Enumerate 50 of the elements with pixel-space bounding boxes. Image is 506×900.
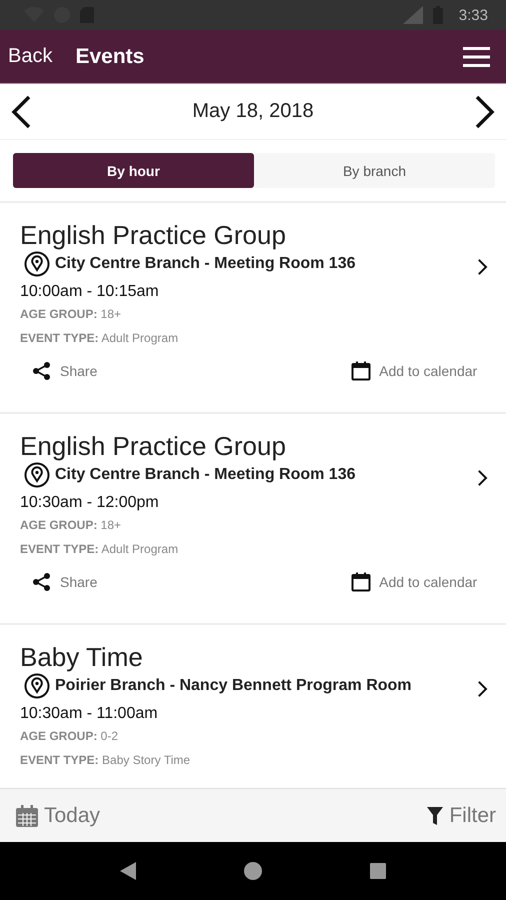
- event-location: City Centre Branch - Meeting Room 136: [55, 255, 356, 273]
- add-to-calendar-button[interactable]: Add to calendar: [351, 572, 478, 592]
- share-icon: [32, 572, 52, 592]
- age-group-text: AGE GROUP: 18+: [20, 518, 122, 532]
- location-pin-icon: [24, 673, 50, 699]
- filter-icon: [427, 806, 444, 824]
- event-time: 10:30am - 12:00pm: [20, 494, 160, 512]
- chevron-right-icon: [474, 94, 496, 128]
- view-tab[interactable]: By hour: [13, 153, 254, 188]
- chevron-left-icon: [10, 94, 32, 128]
- status-time: 3:33: [458, 6, 488, 24]
- event-time: 10:00am - 10:15am: [20, 283, 160, 301]
- add-to-calendar-button[interactable]: Add to calendar: [351, 361, 478, 381]
- calendar-icon: [351, 361, 372, 381]
- signal-icon: [402, 6, 423, 24]
- share-icon: [32, 361, 52, 381]
- menu-icon: [463, 46, 490, 66]
- event-title: English Practice Group: [20, 430, 287, 462]
- chevron-right-icon[interactable]: [477, 469, 488, 487]
- location-pin-icon: [24, 251, 50, 277]
- today-button[interactable]: Today: [16, 804, 100, 828]
- event-card[interactable]: English Practice Group City Centre Branch - Meeting Room 136 10:30am - 12:00pm AGE GROUP: 18+ EVENT TYPE: Adult Program Share Add to calendar: [0, 414, 506, 625]
- event-title: Baby Time: [20, 641, 144, 673]
- event-type-text: EVENT TYPE: Adult Program: [20, 542, 180, 556]
- date-label: May 18, 2018: [192, 100, 314, 123]
- event-time: 10:30am - 11:00am: [20, 705, 159, 723]
- previous-day-button[interactable]: [10, 94, 32, 128]
- page-title: Events: [75, 44, 144, 68]
- event-location: Poirier Branch - Nancy Bennett Program Room: [55, 677, 412, 695]
- view-tab[interactable]: By branch: [254, 153, 495, 188]
- event-type-text: EVENT TYPE: Adult Program: [20, 331, 180, 345]
- share-button[interactable]: Share: [32, 361, 98, 381]
- event-card[interactable]: English Practice Group City Centre Branch - Meeting Room 136 10:00am - 10:15am AGE GROUP: 18+ EVENT TYPE: Adult Program Share Add to calendar: [0, 203, 506, 414]
- event-type-text: EVENT TYPE: Baby Story Time: [20, 753, 192, 767]
- filter-button[interactable]: Filter: [427, 804, 496, 828]
- home-circle-icon[interactable]: [244, 862, 262, 880]
- calendar-icon: [351, 572, 372, 592]
- back-triangle-icon[interactable]: [120, 862, 136, 880]
- age-group-text: AGE GROUP: 18+: [20, 307, 122, 321]
- calendar-icon: [16, 804, 38, 826]
- location-pin-icon: [24, 462, 50, 488]
- menu-button[interactable]: [463, 46, 490, 66]
- back-link[interactable]: Back: [8, 45, 52, 68]
- share-button[interactable]: Share: [32, 572, 98, 592]
- event-location: City Centre Branch - Meeting Room 136: [55, 466, 356, 484]
- chevron-right-icon[interactable]: [477, 258, 488, 276]
- age-group-text: AGE GROUP: 0-2: [20, 729, 120, 743]
- next-day-button[interactable]: [474, 94, 496, 128]
- chevron-right-icon[interactable]: [477, 680, 488, 698]
- event-title: English Practice Group: [20, 219, 287, 251]
